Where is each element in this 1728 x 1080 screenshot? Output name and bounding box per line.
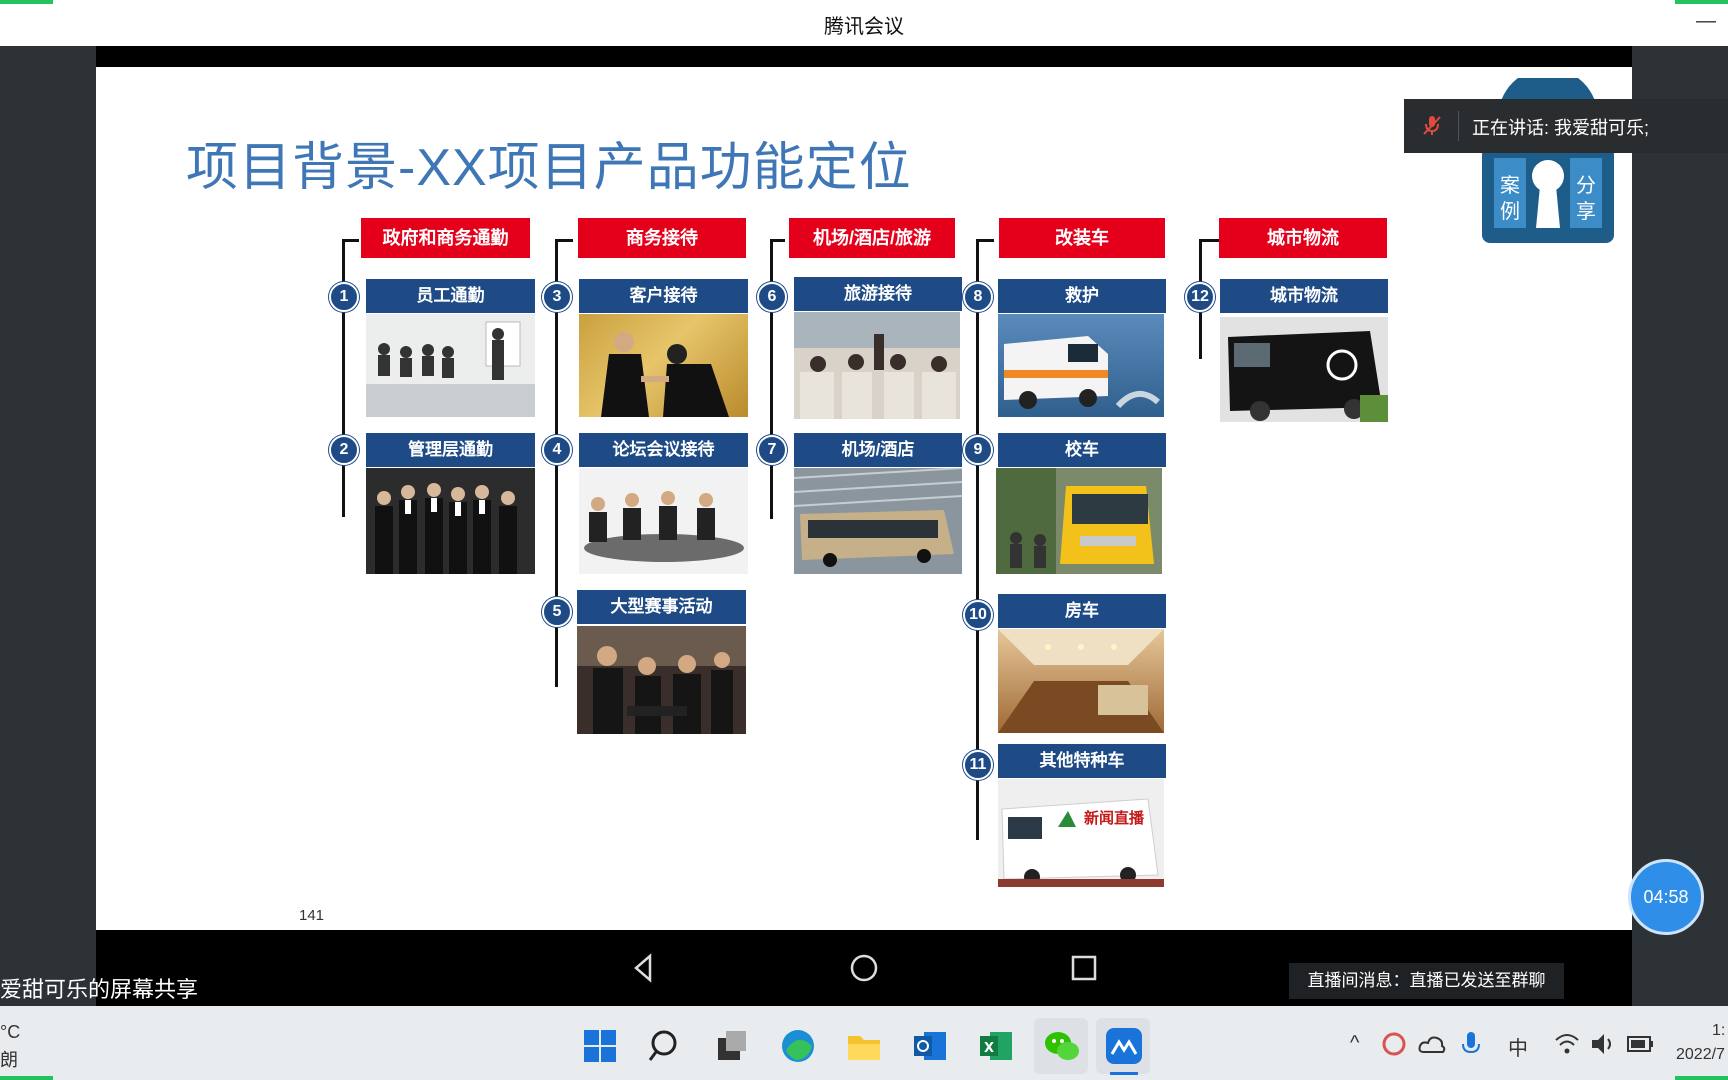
photo-rv-interior (998, 629, 1164, 733)
live-message-toast: 直播间消息：直播已发送至群聊 (1289, 963, 1564, 999)
category-city-logistics: 城市物流 (1219, 218, 1387, 258)
photo-ambulance (998, 314, 1164, 417)
active-speaker-banner: 正在讲话: 我爱甜可乐; (1404, 99, 1728, 153)
item-number-badge: 11 (963, 750, 993, 780)
accent-strip-right (1675, 0, 1728, 4)
ime-indicator[interactable]: 中 (1508, 1032, 1528, 1061)
connector-line (342, 239, 359, 242)
item-header-ambulance: 救护 (998, 279, 1166, 313)
tray-chevron-icon[interactable]: ^ (1350, 1032, 1359, 1055)
badge-right-char-1: 分 (1576, 173, 1596, 197)
clock-date[interactable]: 2022/7 (1676, 1046, 1725, 1064)
tencent-meeting-icon[interactable] (1104, 1026, 1144, 1066)
item-header-city-logistics: 城市物流 (1220, 279, 1388, 313)
item-header-forum-reception: 论坛会议接待 (579, 433, 748, 467)
news-van-caption: 新闻直播 (1084, 810, 1145, 827)
badge-left-char-1: 案 (1500, 173, 1520, 197)
outlook-icon[interactable] (910, 1026, 950, 1066)
window-title: 腾讯会议 (824, 16, 904, 38)
item-number-badge: 2 (329, 435, 359, 465)
wifi-icon[interactable] (1554, 1032, 1580, 1056)
item-header-employee-commute: 员工通勤 (366, 279, 535, 313)
category-airport-hotel-travel: 机场/酒店/旅游 (789, 218, 955, 258)
item-number-badge: 6 (757, 282, 787, 312)
item-number-badge: 8 (963, 282, 993, 312)
mic-muted-icon[interactable] (1420, 113, 1444, 137)
photo-bus-interior (794, 312, 960, 419)
page-number: 141 (299, 907, 325, 924)
back-icon[interactable] (628, 952, 660, 984)
home-icon[interactable] (848, 952, 880, 984)
item-header-school-bus: 校车 (998, 433, 1166, 467)
accent-strip-left (0, 0, 53, 4)
weather-temperature[interactable]: °C (0, 1022, 20, 1043)
connector-line (976, 239, 994, 242)
item-header-special-vehicles: 其他特种车 (998, 744, 1166, 778)
slide-title: 项目背景-XX项目产品功能定位 (186, 139, 912, 197)
connector-line (555, 239, 573, 242)
item-header-tourism-reception: 旅游接待 (794, 277, 962, 311)
item-number-badge: 7 (757, 435, 787, 465)
clock-time[interactable]: 1: (1712, 1022, 1725, 1040)
connector-line (1199, 239, 1219, 242)
item-number-badge: 10 (963, 600, 993, 630)
item-number-badge: 5 (542, 597, 572, 627)
windows-start-icon[interactable] (580, 1026, 620, 1066)
photo-school-bus (996, 468, 1162, 574)
excel-icon[interactable]: X (976, 1026, 1016, 1066)
category-business-reception: 商务接待 (578, 218, 746, 258)
svg-text:X: X (984, 1041, 994, 1056)
edge-icon[interactable] (778, 1026, 818, 1066)
share-top-bar (96, 46, 1632, 67)
item-header-airport-hotel: 机场/酒店 (794, 433, 962, 467)
volume-icon[interactable] (1590, 1032, 1616, 1056)
file-explorer-icon[interactable] (844, 1026, 884, 1066)
running-indicator (1110, 1072, 1138, 1075)
category-modified-vehicles: 改装车 (999, 218, 1165, 258)
item-number-badge: 4 (542, 435, 572, 465)
accent-strip-bottom-left (0, 1076, 53, 1080)
battery-icon[interactable] (1626, 1034, 1656, 1054)
search-icon[interactable] (646, 1026, 686, 1066)
photo-signing-ceremony (577, 626, 746, 734)
category-government-commute: 政府和商务通勤 (361, 218, 530, 258)
recent-apps-icon[interactable] (1068, 952, 1100, 984)
item-header-client-reception: 客户接待 (579, 279, 748, 313)
minimize-icon[interactable]: — (1696, 10, 1716, 33)
item-number-badge: 3 (542, 282, 572, 312)
task-view-icon[interactable] (712, 1026, 752, 1066)
microphone-icon[interactable] (1460, 1030, 1482, 1060)
connector-line (770, 239, 773, 519)
item-header-major-events: 大型赛事活动 (577, 590, 746, 624)
badge-left-char-2: 例 (1500, 199, 1520, 223)
screen-share-label: 爱甜可乐的屏幕共享 (0, 977, 199, 1002)
item-number-badge: 1 (329, 282, 359, 312)
photo-logistics-van (1220, 317, 1388, 422)
photo-business-group (366, 468, 535, 574)
meeting-timer[interactable]: 04:58 (1628, 859, 1704, 935)
shared-slide: 项目背景-XX项目产品功能定位 政府和商务通勤 商务接待 机场/酒店/旅游 改装… (96, 67, 1632, 930)
item-header-rv: 房车 (998, 594, 1166, 628)
connector-line (770, 239, 785, 242)
item-number-badge: 12 (1185, 282, 1215, 312)
item-header-management-commute: 管理层通勤 (366, 433, 535, 467)
weather-description[interactable]: 朗 (0, 1046, 18, 1072)
photo-news-van: 新闻直播 (998, 779, 1164, 887)
photo-airport-shuttle (794, 468, 962, 574)
onedrive-icon[interactable] (1418, 1032, 1446, 1056)
badge-right-char-2: 享 (1576, 199, 1596, 223)
wechat-icon[interactable] (1042, 1026, 1082, 1066)
accent-strip-bottom-right (1675, 1076, 1728, 1080)
photo-meeting-room (366, 314, 535, 417)
photo-handshake (579, 314, 748, 417)
photo-conference-table (579, 468, 748, 574)
connector-line (342, 239, 345, 517)
item-number-badge: 9 (963, 435, 993, 465)
windows-taskbar: X ^ 中 (0, 1006, 1728, 1080)
speaker-text: 正在讲话: 我爱甜可乐; (1472, 118, 1650, 138)
sync-icon[interactable] (1380, 1030, 1408, 1058)
title-bar: 腾讯会议 — (0, 0, 1728, 46)
divider (1458, 111, 1459, 141)
